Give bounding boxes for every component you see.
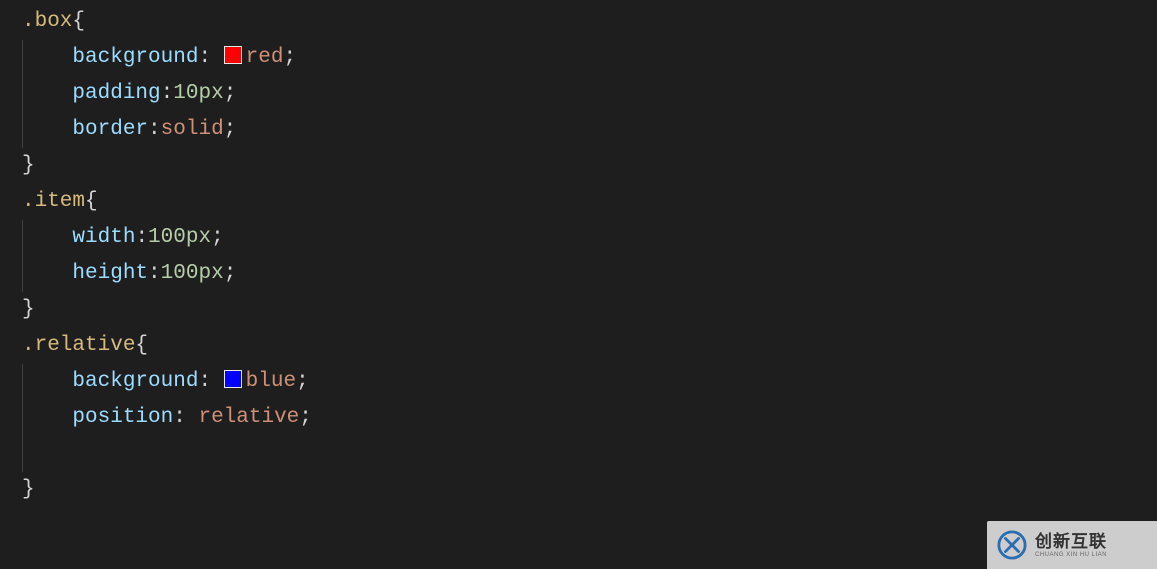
code-line[interactable]: [22, 436, 1157, 472]
semicolon: ;: [296, 370, 309, 393]
code-line[interactable]: padding:10px;: [22, 76, 1157, 112]
code-line[interactable]: }: [22, 292, 1157, 328]
semicolon: ;: [283, 46, 296, 69]
color-swatch-icon[interactable]: [224, 370, 242, 388]
code-line[interactable]: position: relative;: [22, 400, 1157, 436]
code-line[interactable]: height:100px;: [22, 256, 1157, 292]
semicolon: ;: [224, 262, 237, 285]
brace-open: {: [72, 10, 85, 33]
css-selector: .relative: [22, 334, 135, 357]
css-unit: px: [186, 226, 211, 249]
css-property: padding: [72, 82, 160, 105]
brace-close: }: [22, 298, 35, 321]
code-line[interactable]: .item{: [22, 184, 1157, 220]
semicolon: ;: [211, 226, 224, 249]
code-editor[interactable]: .box{ background: red; padding:10px; bor…: [0, 0, 1157, 569]
colon: :: [161, 82, 174, 105]
css-unit: px: [198, 82, 223, 105]
code-line[interactable]: border:solid;: [22, 112, 1157, 148]
colon: :: [148, 118, 161, 141]
code-line[interactable]: background: blue;: [22, 364, 1157, 400]
watermark: 创新互联 CHUANG XIN HU LIAN: [987, 521, 1157, 569]
brace-close: }: [22, 154, 35, 177]
css-property: background: [72, 370, 198, 393]
brace-open: {: [135, 334, 148, 357]
semicolon: ;: [299, 406, 312, 429]
css-number: 100: [148, 226, 186, 249]
css-property: position: [72, 406, 173, 429]
css-unit: px: [198, 262, 223, 285]
code-line[interactable]: background: red;: [22, 40, 1157, 76]
css-selector: .item: [22, 190, 85, 213]
css-property: width: [72, 226, 135, 249]
colon: :: [198, 370, 211, 393]
brace-close: }: [22, 478, 35, 501]
watermark-logo-icon: [997, 530, 1027, 560]
css-number: 100: [161, 262, 199, 285]
code-line[interactable]: width:100px;: [22, 220, 1157, 256]
css-value: red: [246, 46, 284, 69]
css-value: relative: [198, 406, 299, 429]
css-property: border: [72, 118, 148, 141]
css-property: height: [72, 262, 148, 285]
color-swatch-icon[interactable]: [224, 46, 242, 64]
colon: :: [173, 406, 186, 429]
css-number: 10: [173, 82, 198, 105]
css-value: solid: [161, 118, 224, 141]
code-line[interactable]: }: [22, 148, 1157, 184]
code-line[interactable]: .relative{: [22, 328, 1157, 364]
colon: :: [198, 46, 211, 69]
watermark-main: 创新互联: [1035, 533, 1107, 550]
css-property: background: [72, 46, 198, 69]
code-line[interactable]: .box{: [22, 4, 1157, 40]
css-value: blue: [246, 370, 296, 393]
colon: :: [148, 262, 161, 285]
semicolon: ;: [224, 82, 237, 105]
watermark-text: 创新互联 CHUANG XIN HU LIAN: [1035, 533, 1107, 558]
watermark-sub: CHUANG XIN HU LIAN: [1035, 552, 1107, 558]
css-selector: .box: [22, 10, 72, 33]
semicolon: ;: [224, 118, 237, 141]
code-line[interactable]: }: [22, 472, 1157, 508]
brace-open: {: [85, 190, 98, 213]
colon: :: [135, 226, 148, 249]
